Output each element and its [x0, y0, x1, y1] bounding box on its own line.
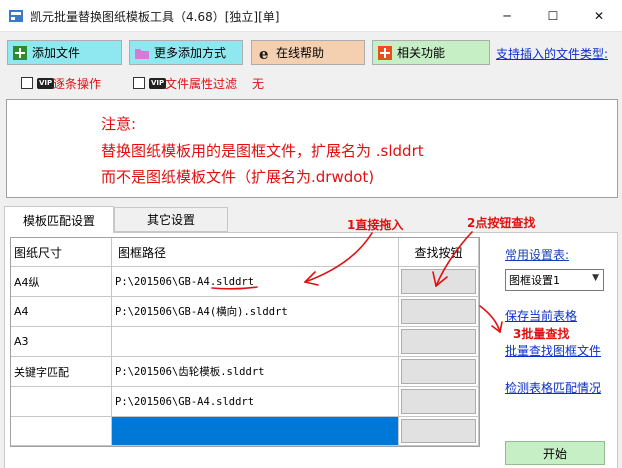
row-path-cell[interactable]: P:\201506\GB-A4.slddrt [112, 387, 399, 417]
more-add-label: 更多添加方式 [154, 46, 227, 60]
attr-filter-checkbox[interactable] [133, 77, 145, 89]
app-icon [8, 9, 24, 23]
vip-badge: VIP [37, 78, 55, 89]
annotation-step2: 2点按钮查找 [467, 216, 536, 230]
folder-icon [134, 45, 150, 61]
add-file-icon [12, 45, 28, 61]
row-path-cell[interactable] [112, 327, 399, 357]
file-types-link[interactable]: 支持插入的文件类型: [496, 45, 608, 62]
template-match-grid: 图纸尺寸 图框路径 查找按钮 A4纵 P:\201506\GB-A4.slddr… [10, 237, 480, 447]
header-path: 图框路径 [112, 238, 399, 267]
annotation-step3: 3批量查找 [513, 327, 570, 341]
row-path-cell[interactable]: P:\201506\GB-A4(横向).slddrt [112, 297, 399, 327]
one-by-one-label: 逐条操作 [53, 77, 102, 91]
notice-line-frame: 替换图纸模板用的是图框文件，扩展名为 .slddrt [101, 142, 424, 160]
find-button[interactable] [401, 329, 476, 354]
row-size-cell[interactable]: 关键字匹配 [11, 357, 112, 387]
online-help-label: 在线帮助 [276, 46, 325, 60]
row-find-cell [399, 267, 479, 297]
row-size-cell[interactable] [11, 417, 112, 446]
chevron-down-icon: ▼ [592, 273, 599, 283]
row-path-cell-selected[interactable] [112, 417, 399, 446]
window-title: 凯元批量替换图纸模板工具（4.68）[独立][单] [30, 10, 280, 24]
row-find-cell [399, 297, 479, 327]
row-find-cell [399, 387, 479, 417]
header-size: 图纸尺寸 [11, 238, 112, 267]
browser-icon: e [256, 45, 272, 61]
row-find-cell [399, 357, 479, 387]
add-files-button[interactable]: 添加文件 [7, 40, 122, 65]
notice-heading: 注意: [101, 115, 137, 133]
find-button[interactable] [401, 299, 476, 324]
save-table-link[interactable]: 保存当前表格 [505, 307, 577, 324]
row-size-cell[interactable]: A4纵 [11, 267, 112, 297]
related-button[interactable]: 相关功能 [372, 40, 490, 65]
find-button[interactable] [401, 359, 476, 384]
close-button[interactable]: ✕ [576, 0, 622, 32]
tab-other-settings[interactable]: 其它设置 [114, 207, 228, 232]
preset-select-value: 图框设置1 [509, 274, 560, 287]
tab-template-match[interactable]: 模板匹配设置 [4, 206, 114, 233]
minimize-button[interactable]: ─ [484, 0, 530, 32]
notice-line-template: 而不是图纸模板文件（扩展名为.drwdot) [101, 168, 375, 186]
row-size-cell[interactable]: A4 [11, 297, 112, 327]
title-bar: 凯元批量替换图纸模板工具（4.68）[独立][单] ─ ☐ ✕ [0, 0, 622, 32]
batch-find-link[interactable]: 批量查找图框文件 [505, 342, 601, 359]
row-size-cell[interactable] [11, 387, 112, 417]
start-button[interactable]: 开始 [505, 441, 605, 465]
add-files-label: 添加文件 [32, 46, 81, 60]
preset-select[interactable]: 图框设置1 ▼ [505, 269, 604, 291]
svg-text:e: e [259, 45, 269, 61]
row-find-cell [399, 327, 479, 357]
find-button[interactable] [401, 389, 476, 414]
row-find-cell [399, 417, 479, 446]
more-add-button[interactable]: 更多添加方式 [129, 40, 243, 65]
online-help-button[interactable]: e 在线帮助 [251, 40, 365, 65]
related-label: 相关功能 [397, 46, 446, 60]
close-icon: ✕ [593, 9, 605, 23]
header-find: 查找按钮 [399, 238, 479, 267]
attr-filter-label: 文件属性过滤 [165, 77, 238, 91]
plus-icon [377, 45, 393, 61]
attr-filter-value[interactable]: 无 [252, 75, 264, 92]
annotation-step1: 1直接拖入 [347, 218, 404, 232]
maximize-button[interactable]: ☐ [530, 0, 576, 32]
one-by-one-checkbox[interactable] [21, 77, 33, 89]
minimize-icon: ─ [503, 9, 511, 23]
detect-match-link[interactable]: 检测表格匹配情况 [505, 379, 601, 396]
find-button[interactable] [401, 419, 476, 443]
row-path-cell[interactable]: P:\201506\齿轮模板.slddrt [112, 357, 399, 387]
find-button[interactable] [401, 269, 476, 294]
vip-badge: VIP [149, 78, 167, 89]
row-path-cell[interactable]: P:\201506\GB-A4.slddrt [112, 267, 399, 297]
common-settings-label: 常用设置表: [505, 248, 570, 262]
row-size-cell[interactable]: A3 [11, 327, 112, 357]
maximize-icon: ☐ [547, 9, 559, 23]
